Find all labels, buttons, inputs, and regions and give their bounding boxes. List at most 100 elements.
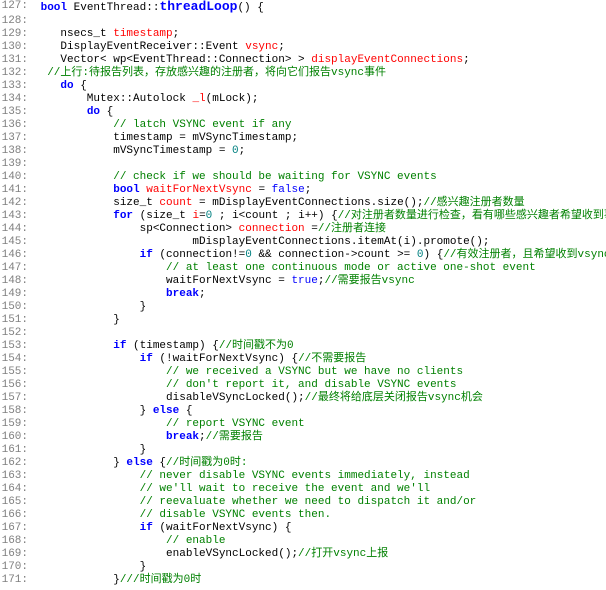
code-token: count [159, 197, 192, 209]
code-token: ; [278, 41, 285, 53]
code-token: // check if we should be waiting for VSY… [34, 171, 437, 183]
code-token [34, 80, 60, 92]
code-token: = [305, 223, 318, 235]
line-number: 143: [0, 210, 34, 223]
code-token: // disable VSYNC events then. [34, 509, 331, 521]
code-token: sp<Connection> [34, 223, 239, 235]
code-line: 134: Mutex::Autolock _l(mLock); [0, 93, 606, 106]
code-content: if (waitForNextVsync) { [34, 522, 606, 535]
code-content: // reevaluate whether we need to dispatc… [34, 496, 606, 509]
code-token: (!waitForNextVsync) { [153, 353, 298, 365]
code-token: mVSyncTimestamp = [34, 145, 232, 157]
line-number: 163: [0, 470, 34, 483]
code-token: break [166, 431, 199, 443]
code-token [34, 340, 113, 352]
code-line: 137: timestamp = mVSyncTimestamp; [0, 132, 606, 145]
line-number: 144: [0, 223, 34, 236]
code-line: 157: disableVSyncLocked();//最终将给底层关闭报告vs… [0, 392, 606, 405]
code-content: disableVSyncLocked();//最终将给底层关闭报告vsync机会 [34, 392, 606, 405]
code-content: Vector< wp<EventThread::Connection> > di… [34, 54, 606, 67]
line-number: 142: [0, 197, 34, 210]
code-token: //需要报告vsync [324, 275, 414, 287]
code-content: break;//需要报告 [34, 431, 606, 444]
code-token: // we received a VSYNC but we have no cl… [34, 366, 463, 378]
code-token: waitForNextVsync [146, 184, 252, 196]
code-token: size_t [34, 197, 159, 209]
line-number: 162: [0, 457, 34, 470]
line-number: 166: [0, 509, 34, 522]
line-number: 135: [0, 106, 34, 119]
line-number: 158: [0, 405, 34, 418]
code-token: } [34, 405, 153, 417]
code-token: { [100, 106, 113, 118]
line-number: 157: [0, 392, 34, 405]
code-token: { [153, 457, 166, 469]
line-number: 152: [0, 327, 34, 340]
code-line: 162: } else {//时间戳为0时: [0, 457, 606, 470]
code-token: //感兴趣注册者数量 [423, 197, 524, 209]
code-token: //上行:待报告列表，存放感兴趣的注册者，将向它们报告vsync事件 [34, 67, 386, 79]
line-number: 145: [0, 236, 34, 249]
code-content: do { [34, 106, 606, 119]
code-token: for [113, 210, 133, 222]
code-line: 140: // check if we should be waiting fo… [0, 171, 606, 184]
code-token: 0 [232, 145, 239, 157]
code-token: = [199, 210, 206, 222]
line-number: 153: [0, 340, 34, 353]
code-token: //有效注册者，且希望收到vsync事件报告 [443, 249, 606, 261]
code-content: // check if we should be waiting for VSY… [34, 171, 606, 184]
code-line: 158: } else { [0, 405, 606, 418]
code-token: (connection!= [153, 249, 245, 261]
line-number: 159: [0, 418, 34, 431]
code-token: 0 [417, 249, 424, 261]
line-number: 148: [0, 275, 34, 288]
code-content: }///时间戳为0时 [34, 574, 606, 587]
code-content: // at least one continuous mode or activ… [34, 262, 606, 275]
code-token: ; [199, 431, 206, 443]
code-line: 138: mVSyncTimestamp = 0; [0, 145, 606, 158]
code-content: } else {//时间戳为0时: [34, 457, 606, 470]
line-number: 161: [0, 444, 34, 457]
code-line: 131: Vector< wp<EventThread::Connection>… [0, 54, 606, 67]
code-token: ; [463, 54, 470, 66]
code-line: 146: if (connection!=0 && connection->co… [0, 249, 606, 262]
code-content: // disable VSYNC events then. [34, 509, 606, 522]
code-token: (waitForNextVsync) { [153, 522, 292, 534]
code-token: //最终将给底层关闭报告vsync机会 [305, 392, 483, 404]
code-content: } [34, 561, 606, 574]
code-token: //对注册者数量进行检查，看有哪些感兴趣者希望收到事件 [338, 210, 606, 222]
code-token: // don't report it, and disable VSYNC ev… [34, 379, 456, 391]
code-line: 135: do { [0, 106, 606, 119]
code-token: enableVSyncLocked(); [34, 548, 298, 560]
code-token: } [34, 574, 120, 586]
code-token: ; [305, 184, 312, 196]
code-token: if [140, 522, 153, 534]
line-number: 151: [0, 314, 34, 327]
code-line: 165: // reevaluate whether we need to di… [0, 496, 606, 509]
code-token: bool [113, 184, 139, 196]
code-content: waitForNextVsync = true;//需要报告vsync [34, 275, 606, 288]
code-token: bool [41, 2, 67, 14]
code-line: 163: // never disable VSYNC events immed… [0, 470, 606, 483]
code-token: (timestamp) { [126, 340, 218, 352]
line-number: 140: [0, 171, 34, 184]
code-content: enableVSyncLocked();//打开vsync上报 [34, 548, 606, 561]
code-token [34, 210, 113, 222]
code-line: 143: for (size_t i=0 ; i<count ; i++) {/… [0, 210, 606, 223]
line-number: 146: [0, 249, 34, 262]
line-number: 127: [0, 0, 34, 15]
code-line: 133: do { [0, 80, 606, 93]
code-token: if [140, 249, 153, 261]
code-token: if [113, 340, 126, 352]
code-token: { [74, 80, 87, 92]
code-token: // latch VSYNC event if any [34, 119, 291, 131]
code-content: DisplayEventReceiver::Event vsync; [34, 41, 606, 54]
code-token [34, 249, 140, 261]
code-content: } else { [34, 405, 606, 418]
code-token: disableVSyncLocked(); [34, 392, 305, 404]
code-token: } [34, 444, 146, 456]
line-number: 156: [0, 379, 34, 392]
code-content: // enable [34, 535, 606, 548]
code-token: EventThread:: [67, 2, 159, 14]
code-content: sp<Connection> connection =//注册者连接 [34, 223, 606, 236]
